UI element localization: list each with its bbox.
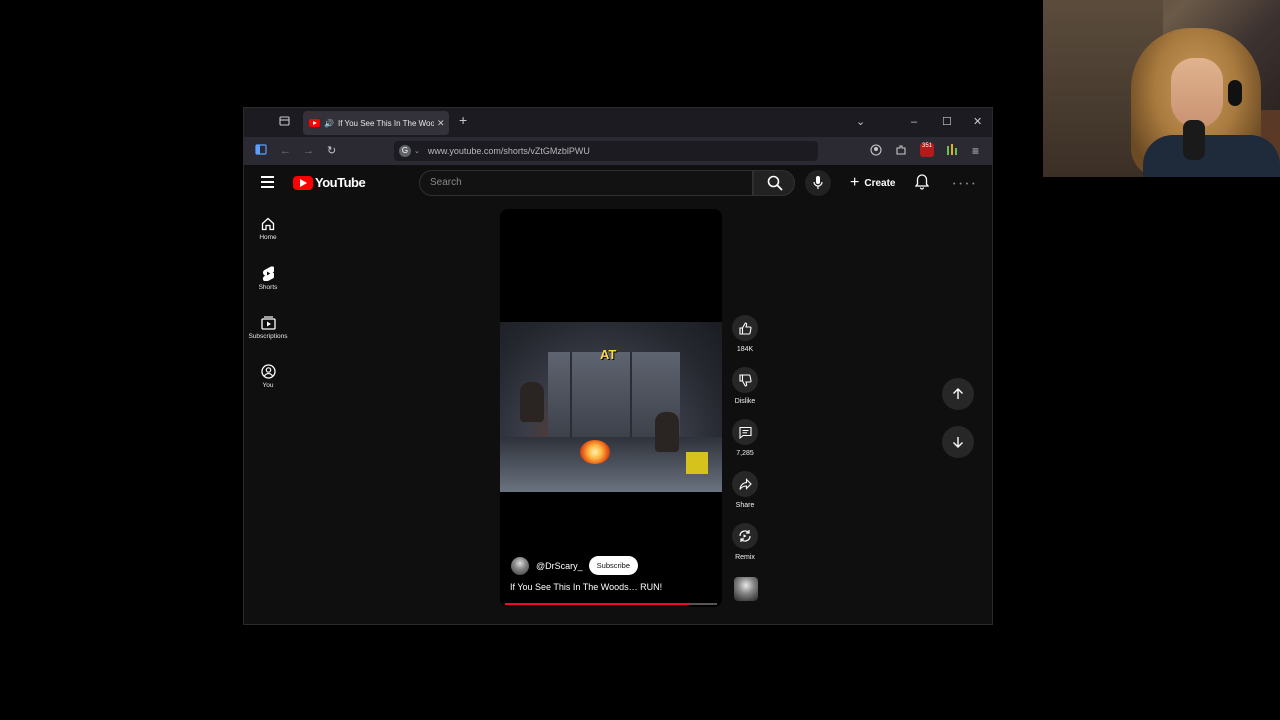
speaker-icon[interactable]: 🔊 xyxy=(324,119,334,128)
thumbs-up-icon xyxy=(738,321,752,335)
tab-bar: 🔊 If You See This In The Woods... RUN! ✕… xyxy=(244,108,992,137)
meter-extension-icon[interactable] xyxy=(947,144,957,160)
video-title[interactable]: If You See This In The Woods… RUN! xyxy=(510,582,662,592)
subscribe-button[interactable]: Subscribe xyxy=(588,556,639,575)
browser-window: 🔊 If You See This In The Woods... RUN! ✕… xyxy=(243,107,993,625)
channel-avatar[interactable] xyxy=(511,556,529,575)
tab-overview-icon[interactable] xyxy=(279,115,290,130)
youtube-page: YouTube Search + Create • • • • Home Sho… xyxy=(244,165,992,624)
arrow-down-icon xyxy=(953,437,963,448)
next-short-button[interactable] xyxy=(942,426,974,458)
sidebar-toggle-icon[interactable] xyxy=(255,144,267,159)
remix-button[interactable]: Remix xyxy=(730,523,760,575)
search-icon xyxy=(767,175,783,191)
share-icon xyxy=(738,477,752,490)
account-icon[interactable] xyxy=(870,144,882,160)
back-icon[interactable]: ← xyxy=(280,144,291,158)
maximize-button[interactable]: ☐ xyxy=(942,115,952,129)
voice-search-button[interactable] xyxy=(805,170,831,196)
search-button[interactable] xyxy=(753,170,795,196)
reload-icon[interactable]: ↻ xyxy=(327,144,336,158)
previous-short-button[interactable] xyxy=(942,378,974,410)
sidebar-item-you[interactable]: You xyxy=(244,358,292,407)
plus-icon: + xyxy=(850,174,860,191)
avatar-loading-icon[interactable]: • • • • xyxy=(953,181,976,188)
action-bar: 184K Dislike 7,285 Share Remix xyxy=(730,315,760,575)
extension-badge-icon[interactable]: 351 xyxy=(920,143,934,157)
youtube-header: YouTube Search + Create • • • • xyxy=(244,165,992,201)
like-button[interactable]: 184K xyxy=(730,315,760,367)
shorts-video-player[interactable]: AT @DrScary_ Subscribe If You See This I… xyxy=(500,209,722,607)
create-button[interactable]: + Create xyxy=(844,171,901,195)
subscriptions-icon xyxy=(260,316,276,330)
close-window-button[interactable]: ✕ xyxy=(973,115,982,129)
notifications-bell-icon[interactable] xyxy=(914,174,930,195)
share-button[interactable]: Share xyxy=(730,471,760,523)
thumbs-down-icon xyxy=(738,373,752,387)
comment-count: 7,285 xyxy=(736,450,754,457)
video-caption: AT xyxy=(600,347,617,362)
dislike-button[interactable]: Dislike xyxy=(730,367,760,419)
browser-tab[interactable]: 🔊 If You See This In The Woods... RUN! ✕ xyxy=(303,111,449,135)
youtube-play-icon xyxy=(293,175,313,190)
address-bar[interactable]: G ⌄ www.youtube.com/shorts/vZtGMzblPWU xyxy=(394,141,818,161)
search-input[interactable]: Search xyxy=(419,170,753,196)
progress-bar[interactable] xyxy=(505,603,717,605)
sidebar-item-shorts[interactable]: Shorts xyxy=(244,260,292,309)
hamburger-icon[interactable] xyxy=(261,176,274,188)
sidebar-item-subscriptions[interactable]: Subscriptions xyxy=(244,309,292,358)
tab-list-chevron-icon[interactable]: ⌄ xyxy=(856,115,865,129)
tab-title: If You See This In The Woods... RUN! xyxy=(337,118,434,128)
new-tab-button[interactable]: + xyxy=(459,113,467,127)
webcam-overlay xyxy=(1043,0,1280,177)
tab-close-icon[interactable]: ✕ xyxy=(437,118,445,129)
like-count: 184K xyxy=(736,346,754,353)
shorts-icon xyxy=(262,266,274,281)
youtube-favicon-icon xyxy=(309,119,320,127)
you-icon xyxy=(260,364,276,379)
channel-name[interactable]: @DrScary_ xyxy=(536,561,583,571)
nav-bar: ← → ↻ G ⌄ www.youtube.com/shorts/vZtGMzb… xyxy=(244,137,992,165)
mic-icon xyxy=(813,176,823,189)
extensions-icon[interactable] xyxy=(895,144,907,160)
channel-info: @DrScary_ Subscribe xyxy=(511,556,639,575)
menu-icon[interactable]: ≡ xyxy=(972,144,979,158)
forward-icon[interactable]: → xyxy=(303,144,314,158)
sidebar: Home Shorts Subscriptions You xyxy=(244,211,292,407)
chevron-down-icon[interactable]: ⌄ xyxy=(414,147,420,155)
google-icon: G xyxy=(399,145,411,157)
minimize-button[interactable]: – xyxy=(911,115,917,129)
home-icon xyxy=(261,217,275,231)
remix-icon xyxy=(739,530,751,542)
arrow-up-icon xyxy=(953,388,963,399)
comment-icon xyxy=(738,426,752,439)
sound-thumbnail[interactable] xyxy=(734,577,758,601)
youtube-logo[interactable]: YouTube xyxy=(293,175,366,190)
sidebar-item-home[interactable]: Home xyxy=(244,211,292,260)
url-text: www.youtube.com/shorts/vZtGMzblPWU xyxy=(427,146,590,156)
comments-button[interactable]: 7,285 xyxy=(730,419,760,471)
